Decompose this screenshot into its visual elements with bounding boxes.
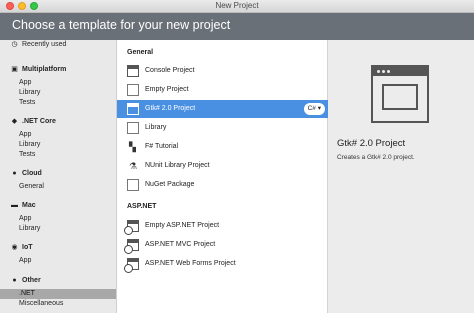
language-selector[interactable]: C# ▾: [303, 103, 325, 115]
template-label: Empty Project: [145, 86, 189, 93]
language-label: C#: [307, 105, 316, 112]
sidebar-item-label: General: [19, 183, 44, 190]
template-gtk-project[interactable]: Gtk# 2.0 Project C# ▾: [117, 100, 328, 118]
template-label: NUnit Library Project: [145, 162, 210, 169]
nuget-icon: [127, 179, 139, 191]
library-icon: [127, 122, 139, 134]
template-label: Library: [145, 124, 167, 131]
sidebar-item-mac-app[interactable]: App: [0, 214, 116, 224]
template-list: General Console Project Empty Project Gt…: [117, 40, 328, 313]
sidebar-category-label: Other: [22, 277, 41, 284]
window-icon: [127, 103, 139, 115]
sidebar-item-recently-used[interactable]: ◷ Recently used: [0, 40, 116, 50]
sidebar-item-multiplatform-app[interactable]: App: [0, 78, 116, 88]
template-label: Gtk# 2.0 Project: [145, 105, 196, 112]
window-preview-icon: [371, 65, 429, 123]
sidebar-category-label: Multiplatform: [22, 66, 67, 73]
dotnet-core-icon: ◆: [11, 118, 18, 125]
cloud-icon: ●: [12, 170, 17, 177]
dialog-title: Choose a template for your new project: [12, 18, 231, 32]
template-aspnet-web-forms[interactable]: ASP.NET Web Forms Project: [117, 255, 328, 273]
template-nunit-library[interactable]: ⚗ NUnit Library Project: [117, 157, 328, 175]
sidebar-item-label: App: [19, 131, 32, 138]
sidebar-category-other[interactable]: ● Other: [0, 276, 116, 286]
clock-icon: ◷: [11, 41, 18, 48]
template-nuget-package[interactable]: NuGet Package: [117, 176, 328, 194]
sidebar-item-label: Library: [19, 225, 41, 232]
template-aspnet-mvc[interactable]: ASP.NET MVC Project: [117, 236, 328, 254]
chevron-down-icon: ▾: [317, 105, 321, 112]
sidebar-category-label: IoT: [22, 244, 33, 251]
sidebar-item-dotnet-core-tests[interactable]: Tests: [0, 150, 116, 160]
sidebar-item-multiplatform-tests[interactable]: Tests: [0, 98, 116, 108]
dialog-header: Choose a template for your new project: [0, 13, 474, 40]
sidebar-item-label: .NET: [19, 290, 35, 297]
sidebar-category-cloud[interactable]: ● Cloud: [0, 169, 116, 179]
template-library[interactable]: Library: [117, 119, 328, 137]
mac-icon: ▬: [11, 202, 18, 209]
sidebar-item-dotnet-core-library[interactable]: Library: [0, 140, 116, 150]
category-sidebar: ◷ Recently used ▣ Multiplatform App Libr…: [0, 40, 117, 313]
sidebar-category-label: Cloud: [22, 170, 42, 177]
template-detail-panel: Gtk# 2.0 Project Creates a Gtk# 2.0 proj…: [328, 40, 474, 313]
sidebar-item-other-dotnet[interactable]: .NET: [0, 289, 116, 299]
sidebar-item-cloud-general[interactable]: General: [0, 182, 116, 192]
empty-project-icon: [127, 84, 139, 96]
template-console-project[interactable]: Console Project: [117, 62, 328, 80]
sidebar-item-label: App: [19, 215, 32, 222]
sidebar-item-label: Library: [19, 141, 41, 148]
sidebar-item-label: App: [19, 257, 32, 264]
multiplatform-icon: ▣: [11, 66, 18, 73]
console-window-icon: [127, 65, 139, 77]
sidebar-category-label: .NET Core: [22, 118, 56, 125]
sidebar-category-multiplatform[interactable]: ▣ Multiplatform: [0, 65, 116, 75]
template-label: F# Tutorial: [145, 143, 179, 150]
section-title-general: General: [127, 49, 154, 56]
nunit-icon: ⚗: [129, 161, 138, 171]
template-empty-project[interactable]: Empty Project: [117, 81, 328, 99]
sidebar-category-label: Mac: [22, 202, 36, 209]
web-project-icon: [124, 239, 139, 254]
sidebar-category-dotnet-core[interactable]: ◆ .NET Core: [0, 117, 116, 127]
template-empty-aspnet[interactable]: Empty ASP.NET Project: [117, 217, 328, 235]
other-icon: ●: [12, 277, 17, 284]
sidebar-item-label: Tests: [19, 151, 36, 158]
sidebar-item-other-miscellaneous[interactable]: Miscellaneous: [0, 299, 116, 309]
template-label: Console Project: [145, 67, 195, 74]
template-detail-title: Gtk# 2.0 Project: [337, 138, 406, 149]
sidebar-item-label: Miscellaneous: [19, 300, 64, 307]
sidebar-item-mac-library[interactable]: Library: [0, 224, 116, 234]
template-fsharp-tutorial[interactable]: ▚ F# Tutorial: [117, 138, 328, 156]
template-label: NuGet Package: [145, 181, 195, 188]
sidebar-item-iot-app[interactable]: App: [0, 256, 116, 266]
title-bar: New Project: [0, 0, 474, 13]
sidebar-item-label: Recently used: [22, 41, 67, 48]
sidebar-item-multiplatform-library[interactable]: Library: [0, 88, 116, 98]
sidebar-item-label: Tests: [19, 99, 36, 106]
template-detail-description: Creates a Gtk# 2.0 project.: [337, 154, 415, 161]
web-project-icon: [124, 258, 139, 273]
sidebar-item-label: App: [19, 79, 32, 86]
template-label: ASP.NET MVC Project: [145, 241, 216, 248]
sidebar-category-mac[interactable]: ▬ Mac: [0, 201, 116, 211]
web-project-icon: [124, 220, 139, 235]
fsharp-icon: ▚: [129, 142, 136, 152]
iot-icon: ◉: [11, 244, 18, 251]
template-label: ASP.NET Web Forms Project: [145, 260, 236, 267]
window-title: New Project: [215, 1, 259, 10]
sidebar-category-iot[interactable]: ◉ IoT: [0, 243, 116, 253]
sidebar-item-label: Library: [19, 89, 41, 96]
section-title-aspnet: ASP.NET: [127, 203, 157, 210]
sidebar-item-dotnet-core-app[interactable]: App: [0, 130, 116, 140]
template-label: Empty ASP.NET Project: [145, 222, 220, 229]
